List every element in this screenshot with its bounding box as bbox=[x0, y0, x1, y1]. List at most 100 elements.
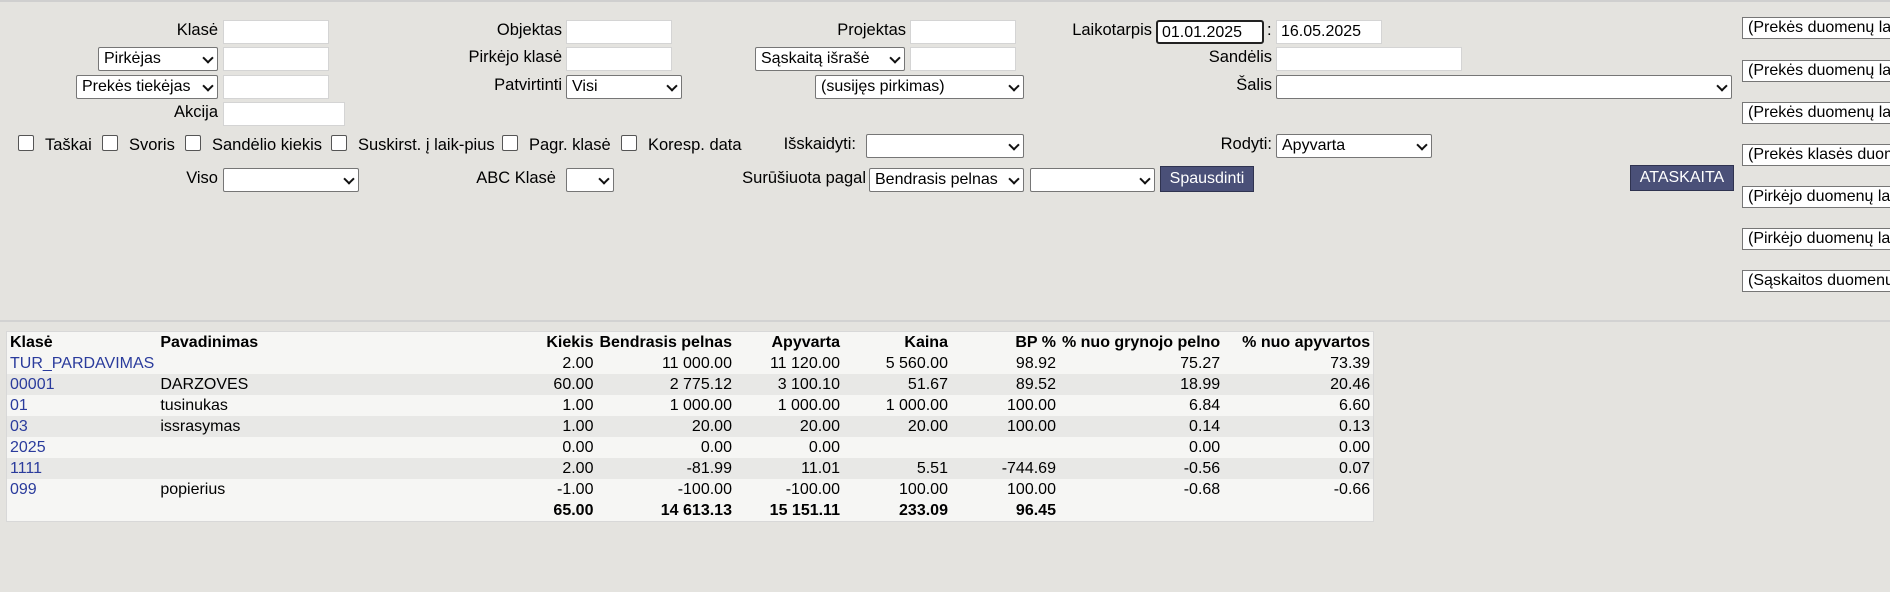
sandelio-kiekis-label: Sandėlio kiekis bbox=[212, 136, 323, 154]
totals-row: 65.00 14 613.13 15 151.11 233.09 96.45 bbox=[7, 500, 1374, 522]
date-separator: : bbox=[1267, 21, 1272, 39]
cell-pavadinimas: popierius bbox=[160, 481, 226, 498]
cell-klase[interactable]: 2025 bbox=[7, 437, 158, 458]
cell-kiekis: 60.00 bbox=[543, 374, 597, 395]
abc-klase-label: ABC Klasė bbox=[476, 169, 556, 187]
sandelio-kiekis-checkbox[interactable] bbox=[185, 135, 201, 151]
cell-apyvarta: 20.00 bbox=[734, 416, 843, 437]
cell-klase[interactable]: 00001 bbox=[6, 374, 158, 395]
header-bp-proc: BP % bbox=[1015, 334, 1056, 351]
cell-klase[interactable]: 099 bbox=[7, 479, 158, 500]
total-pavadinimas bbox=[157, 500, 543, 522]
table-row: 1111 2.00 -81.99 11.01 5.51 -744.69 -0.56 0.07 bbox=[6, 458, 1374, 479]
cell-kaina: 5.51 bbox=[842, 458, 951, 479]
cell-kiekis: 1.00 bbox=[543, 416, 597, 437]
cell-nuo-grynojo-pelno: 75.27 bbox=[1180, 355, 1221, 372]
prekes-duomenu-layout-1[interactable]: (Prekės duomenų la bbox=[1742, 17, 1890, 39]
abc-klase-select[interactable] bbox=[566, 168, 614, 192]
cell-bp-proc: 89.52 bbox=[950, 374, 1059, 395]
total-kiekis: 65.00 bbox=[553, 502, 594, 519]
saskaitos-duomenu-layout[interactable]: (Sąskaitos duomenu bbox=[1742, 270, 1890, 292]
cell-kiekis: 1.00 bbox=[562, 397, 594, 414]
prekes-duomenu-layout-3[interactable]: (Prekės duomenų la bbox=[1742, 102, 1890, 124]
objektas-input[interactable] bbox=[566, 20, 672, 44]
rodyti-label: Rodyti: bbox=[1220, 135, 1272, 153]
surusiuota-select[interactable]: Bendrasis pelnas bbox=[869, 168, 1024, 192]
salis-select[interactable] bbox=[1276, 75, 1732, 99]
cell-pavadinimas: issrasymas bbox=[157, 416, 544, 437]
cell-bp-proc: 100.00 bbox=[950, 416, 1059, 437]
koresp-data-checkbox[interactable] bbox=[621, 135, 637, 151]
date-to-input[interactable]: 16.05.2025 bbox=[1276, 20, 1382, 44]
pagr-klase-checkbox[interactable] bbox=[502, 135, 518, 151]
cell-nuo-grynojo-pelno: 0.00 bbox=[1189, 439, 1221, 456]
header-kaina: Kaina bbox=[904, 334, 948, 351]
date-from-input[interactable]: 01.01.2025 bbox=[1156, 20, 1264, 44]
pirkejo-duomenu-layout-2[interactable]: (Pirkėjo duomenų la bbox=[1742, 228, 1890, 250]
header-apyvarta: Apyvarta bbox=[771, 334, 840, 351]
prekes-klases-layout[interactable]: (Prekės klasės duom bbox=[1742, 144, 1890, 166]
chevron-down-icon bbox=[1716, 80, 1728, 92]
report-button[interactable]: ATASKAITA bbox=[1630, 165, 1734, 191]
suskirst-checkbox[interactable] bbox=[331, 135, 347, 151]
cell-nuo-apyvartos: -0.66 bbox=[1333, 481, 1371, 498]
sandelis-input[interactable] bbox=[1276, 47, 1462, 71]
table-row: 00001 DARZOVES 60.00 2 775.12 3 100.10 51.67 8… bbox=[6, 374, 1374, 395]
pirkejo-duomenu-layout-1[interactable]: (Pirkėjo duomenų la bbox=[1742, 186, 1890, 208]
cell-kiekis: 2.00 bbox=[562, 355, 594, 372]
cell-apyvarta: -100.00 bbox=[785, 481, 840, 498]
cell-kiekis: 0.00 bbox=[562, 439, 594, 456]
header-nuo-grynojo-pelno: % nuo grynojo pelno bbox=[1061, 334, 1221, 351]
cell-pavadinimas bbox=[157, 458, 544, 479]
prekes-duomenu-layout-2[interactable]: (Prekės duomenų la bbox=[1742, 60, 1890, 82]
akcija-input[interactable] bbox=[223, 102, 345, 126]
cell-kaina: 20.00 bbox=[842, 416, 951, 437]
cell-pavadinimas: DARZOVES bbox=[157, 374, 544, 395]
cell-klase[interactable]: 01 bbox=[7, 395, 158, 416]
surusiuota-order-select[interactable] bbox=[1030, 168, 1155, 192]
cell-klase[interactable]: TUR_PARDAVIMAS bbox=[7, 353, 158, 374]
section-divider bbox=[0, 320, 1890, 322]
cell-nuo-apyvartos: 0.13 bbox=[1223, 416, 1374, 437]
iskaidyti-select[interactable] bbox=[866, 134, 1024, 158]
cell-bendrasis-pelnas: -81.99 bbox=[596, 458, 735, 479]
svoris-checkbox[interactable] bbox=[102, 135, 118, 151]
cell-klase[interactable]: 1111 bbox=[6, 458, 158, 479]
pirkejas-select[interactable]: Pirkėjas bbox=[98, 47, 218, 71]
saskaita-israse-input[interactable] bbox=[910, 47, 1016, 71]
klase-input[interactable] bbox=[223, 20, 329, 44]
header-kiekis: Kiekis bbox=[546, 334, 594, 351]
cell-bendrasis-pelnas: 2 775.12 bbox=[596, 374, 735, 395]
cell-apyvarta: 11 120.00 bbox=[769, 355, 840, 372]
patvirtinti-label: Patvirtinti bbox=[494, 76, 562, 94]
chevron-down-icon bbox=[666, 80, 678, 92]
rodyti-value: Apyvarta bbox=[1282, 137, 1346, 154]
viso-label: Viso bbox=[186, 169, 218, 187]
header-nuo-apyvartos: % nuo apyvartos bbox=[1242, 334, 1371, 351]
print-button[interactable]: Spausdinti bbox=[1160, 166, 1254, 192]
saskaita-israse-select[interactable]: Sąskaitą išrašė bbox=[755, 47, 905, 71]
cell-nuo-apyvartos: 0.07 bbox=[1223, 458, 1374, 479]
cell-apyvarta: 1 000.00 bbox=[777, 397, 840, 414]
projektas-input[interactable] bbox=[910, 20, 1016, 44]
tiekejas-select[interactable]: Prekės tiekėjas bbox=[76, 75, 218, 99]
pirkejas-input[interactable] bbox=[223, 47, 329, 71]
surusiuota-value: Bendrasis pelnas bbox=[875, 171, 998, 188]
taskai-checkbox[interactable] bbox=[18, 135, 34, 151]
rodyti-select[interactable]: Apyvarta bbox=[1276, 134, 1432, 158]
patvirtinti-select[interactable]: Visi bbox=[566, 75, 682, 99]
cell-kaina: 1 000.00 bbox=[885, 397, 948, 414]
pirkejo-klase-input[interactable] bbox=[566, 47, 672, 71]
total-nuo-grynojo-pelno bbox=[1059, 500, 1223, 522]
chevron-down-icon bbox=[1008, 80, 1020, 92]
koresp-data-label: Koresp. data bbox=[648, 136, 742, 154]
cell-bendrasis-pelnas: 1 000.00 bbox=[669, 397, 732, 414]
header-klase: Klasė bbox=[10, 334, 53, 351]
suskirst-label: Suskirst. į laik-pius bbox=[358, 136, 495, 154]
cell-klase[interactable]: 03 bbox=[6, 416, 158, 437]
susijes-pirkimas-select[interactable]: (susijęs pirkimas) bbox=[815, 75, 1024, 99]
tiekejas-input[interactable] bbox=[223, 75, 329, 99]
table-row: TUR_PARDAVIMAS 2.00 11 000.00 11 120.00 5 56… bbox=[7, 353, 1374, 374]
viso-select[interactable] bbox=[223, 168, 359, 192]
cell-nuo-grynojo-pelno: -0.68 bbox=[1183, 481, 1221, 498]
